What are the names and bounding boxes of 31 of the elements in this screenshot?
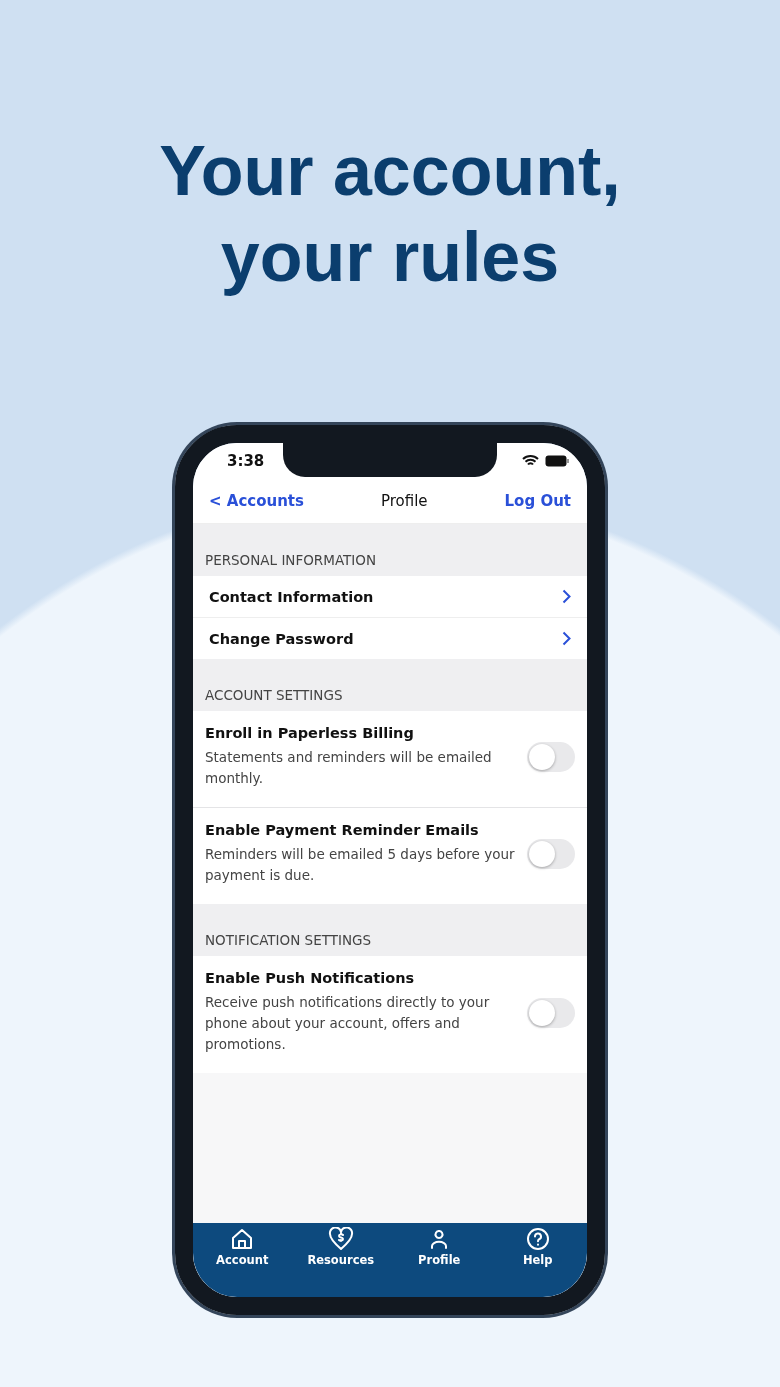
section-header: NOTIFICATION SETTINGS [204, 931, 373, 950]
setting-description: Receive push notifications directly to your phone about your account, offers and promotions. [205, 993, 491, 1054]
nav-title: Profile [380, 492, 428, 510]
battery-icon [545, 455, 569, 467]
logout-link[interactable]: Log Out [504, 492, 571, 510]
heart-dollar-icon [327, 1227, 354, 1251]
setting-title: Enable Payment Reminder Emails [205, 822, 480, 838]
setting-description: Reminders will be emailed 5 days before your payment is due. [205, 845, 516, 885]
toggle-switch[interactable] [527, 742, 575, 772]
wifi-icon [522, 455, 539, 467]
chevron-icon [562, 589, 571, 604]
toggle-switch[interactable] [527, 997, 575, 1028]
headline: Your account, your rules [158, 131, 622, 298]
home-icon [230, 1227, 255, 1251]
setting-title: Enable Push Notifications [205, 970, 416, 986]
back-link[interactable]: < Accounts [209, 492, 304, 510]
settings-row[interactable]: Contact Information [193, 576, 587, 617]
tab-bar-item[interactable]: Help [492, 1227, 583, 1297]
help-icon [525, 1227, 550, 1251]
section-header: PERSONAL INFORMATION [204, 551, 378, 570]
section-header: ACCOUNT SETTINGS [204, 686, 344, 705]
row-label: Contact Information [209, 588, 374, 605]
status-time: 3:38 [227, 452, 265, 470]
tab-bar-item[interactable]: Profile [394, 1227, 485, 1297]
toggle-switch[interactable] [527, 839, 575, 869]
chevron-icon [562, 631, 571, 646]
tab-bar-item[interactable]: Resources [295, 1227, 386, 1297]
setting-description: Statements and reminders will be emailed monthly. [205, 748, 493, 788]
setting-title: Enroll in Paperless Billing [205, 725, 415, 741]
tab-bar-item[interactable]: Account [197, 1227, 288, 1297]
row-label: Change Password [209, 630, 354, 647]
